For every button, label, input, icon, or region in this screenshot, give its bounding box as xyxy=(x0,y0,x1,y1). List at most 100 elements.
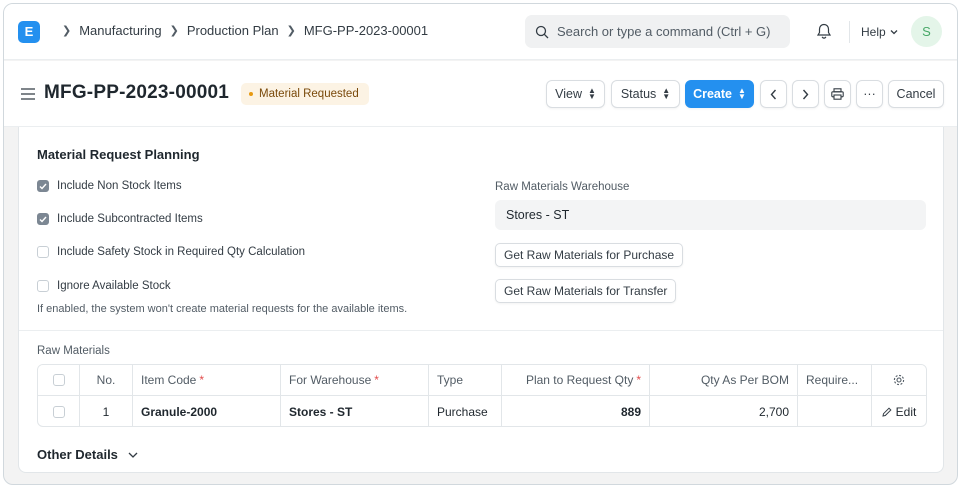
updown-icon: ▲ ▼ xyxy=(738,86,746,101)
col-for-warehouse: For Warehouse * xyxy=(281,365,429,395)
breadcrumb-production-plan[interactable]: Production Plan xyxy=(187,23,279,38)
page-head: MFG-PP-2023-00001 Material Requested Vie… xyxy=(4,61,957,127)
gear-icon[interactable] xyxy=(893,374,905,386)
get-raw-materials-purchase-button[interactable]: Get Raw Materials for Purchase xyxy=(495,243,684,267)
updown-icon: ▲ ▼ xyxy=(587,86,596,101)
checkbox-unchecked-icon[interactable] xyxy=(37,280,49,292)
warehouse-field[interactable]: Stores - ST xyxy=(495,200,926,230)
col-required: Require... xyxy=(798,365,872,395)
help-dropdown[interactable]: Help xyxy=(861,25,898,39)
ignore-stock-help-text: If enabled, the system won't create mate… xyxy=(37,303,408,315)
cell-plan-qty[interactable]: 889 xyxy=(502,396,650,426)
section-title: Material Request Planning xyxy=(37,147,200,162)
button-label: Get Raw Materials for Transfer xyxy=(504,284,668,298)
raw-materials-label: Raw Materials xyxy=(37,345,110,357)
cell-required[interactable] xyxy=(798,396,872,426)
avatar[interactable]: S xyxy=(911,16,942,47)
cancel-button-label: Cancel xyxy=(896,87,936,101)
cell-item-code[interactable]: Granule-2000 xyxy=(133,396,281,426)
get-raw-materials-transfer-button[interactable]: Get Raw Materials for Transfer xyxy=(495,279,677,303)
cell-warehouse[interactable]: Stores - ST xyxy=(281,396,429,426)
page-title: MFG-PP-2023-00001 xyxy=(44,82,230,103)
updown-icon: ▲ ▼ xyxy=(662,86,671,101)
chevron-right-icon: ❯ xyxy=(286,25,296,37)
col-item-code: Item Code * xyxy=(133,365,281,395)
checkbox-unchecked-icon[interactable] xyxy=(37,246,49,258)
col-qty-bom: Qty As Per BOM xyxy=(650,365,798,395)
create-button-label: Create xyxy=(693,87,732,101)
checkbox-label: Include Safety Stock in Required Qty Cal… xyxy=(57,246,306,258)
sidebar-toggle-icon[interactable] xyxy=(21,88,35,103)
include-non-stock-checkbox[interactable]: Include Non Stock Items xyxy=(37,180,182,192)
col-label: For Warehouse xyxy=(289,373,372,387)
status-button[interactable]: Status ▲ ▼ xyxy=(611,80,680,108)
status-dot-icon xyxy=(249,92,253,96)
navbar: E ❯ Manufacturing ❯ Production Plan ❯ MF… xyxy=(4,4,957,60)
chevron-right-icon xyxy=(802,89,809,99)
required-marker: * xyxy=(636,373,641,387)
edit-label: Edit xyxy=(895,404,917,419)
cell-bom-qty[interactable]: 2,700 xyxy=(650,396,798,426)
pencil-icon xyxy=(882,406,892,417)
required-marker: * xyxy=(199,373,205,387)
row-edit-button[interactable]: Edit xyxy=(872,396,926,426)
warehouse-label: Raw Materials Warehouse xyxy=(495,181,630,193)
checkbox-label: Include Subcontracted Items xyxy=(57,213,203,225)
print-button[interactable] xyxy=(824,80,851,108)
view-button-label: View xyxy=(555,87,582,101)
checkbox-checked-icon[interactable] xyxy=(37,213,49,225)
col-plan-qty: Plan to Request Qty * xyxy=(502,365,650,395)
form-card: Material Request Planning Include Non St… xyxy=(18,127,944,473)
checkbox-label: Include Non Stock Items xyxy=(57,180,182,192)
printer-icon xyxy=(831,88,844,100)
navbar-divider xyxy=(849,21,850,43)
more-actions-button[interactable]: ··· xyxy=(856,80,883,108)
col-label: Plan to Request Qty xyxy=(525,373,634,387)
help-label: Help xyxy=(861,25,886,39)
checkbox-label: Ignore Available Stock xyxy=(57,280,171,292)
search-placeholder: Search or type a command (Ctrl + G) xyxy=(557,24,771,39)
search-icon xyxy=(535,25,549,38)
cell-no: 1 xyxy=(80,396,133,426)
row-checkbox[interactable] xyxy=(52,405,65,418)
view-button[interactable]: View ▲ ▼ xyxy=(546,80,605,108)
cancel-button[interactable]: Cancel xyxy=(888,80,944,108)
table-row[interactable]: 1 Granule-2000 Stores - ST Purchase 889 … xyxy=(38,396,926,426)
chevron-left-icon xyxy=(770,89,777,99)
other-details-label: Other Details xyxy=(37,447,118,462)
next-doc-button[interactable] xyxy=(792,80,819,108)
status-text: Material Requested xyxy=(259,88,359,100)
include-safety-stock-checkbox[interactable]: Include Safety Stock in Required Qty Cal… xyxy=(37,246,305,258)
include-subcontracted-checkbox[interactable]: Include Subcontracted Items xyxy=(37,213,203,225)
app-logo[interactable]: E xyxy=(18,21,40,43)
previous-doc-button[interactable] xyxy=(760,80,787,108)
create-button[interactable]: Create ▲ ▼ xyxy=(685,80,754,108)
warehouse-value: Stores - ST xyxy=(506,208,570,222)
breadcrumb-current[interactable]: MFG-PP-2023-00001 xyxy=(304,23,428,38)
checkbox-checked-icon[interactable] xyxy=(37,180,49,192)
chevron-down-icon xyxy=(890,30,898,35)
row-select-cell xyxy=(38,396,80,426)
table-header-row: No. Item Code * For Warehouse * Type Plan … xyxy=(38,365,926,396)
search-input[interactable]: Search or type a command (Ctrl + G) xyxy=(525,15,790,48)
col-type: Type xyxy=(429,365,502,395)
status-badge: Material Requested xyxy=(241,83,369,105)
raw-materials-table: No. Item Code * For Warehouse * Type Plan … xyxy=(37,364,927,427)
other-details-toggle[interactable]: Other Details xyxy=(37,447,138,462)
notification-bell-icon[interactable] xyxy=(816,23,832,43)
chevron-right-icon: ❯ xyxy=(169,25,179,37)
column-settings-cell xyxy=(872,365,926,395)
ignore-available-stock-checkbox[interactable]: Ignore Available Stock xyxy=(37,280,171,292)
section-divider xyxy=(19,330,943,331)
required-marker: * xyxy=(374,373,379,387)
breadcrumb-manufacturing[interactable]: Manufacturing xyxy=(79,23,161,38)
col-no: No. xyxy=(80,365,133,395)
breadcrumb: ❯ Manufacturing ❯ Production Plan ❯ MFG-… xyxy=(54,23,428,38)
col-label: Item Code xyxy=(141,373,197,387)
chevron-down-icon xyxy=(128,452,138,458)
select-all-checkbox[interactable] xyxy=(52,374,65,386)
cell-type[interactable]: Purchase xyxy=(429,396,502,426)
button-label: Get Raw Materials for Purchase xyxy=(504,248,675,262)
status-button-label: Status xyxy=(620,87,657,101)
app-window: E ❯ Manufacturing ❯ Production Plan ❯ MF… xyxy=(3,3,958,485)
